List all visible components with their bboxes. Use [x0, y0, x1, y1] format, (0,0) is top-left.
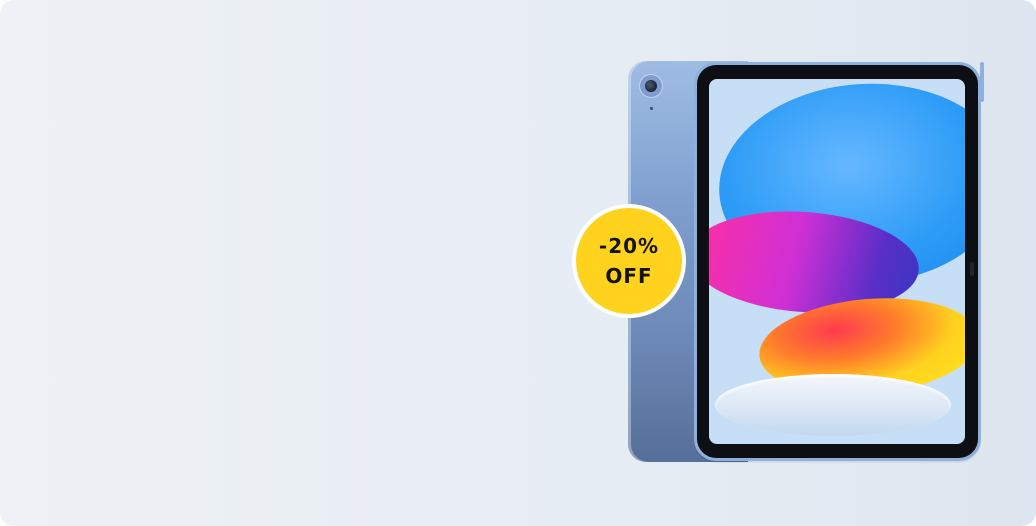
promo-banner[interactable]: -20% OFF — [0, 0, 1036, 526]
tablet-screen-wallpaper — [709, 79, 965, 444]
tablet-front-sensor — [970, 262, 974, 276]
tablet-side-button — [980, 62, 984, 102]
discount-off-label: OFF — [605, 264, 653, 288]
tablet-front-image — [694, 62, 984, 461]
wallpaper-glass-shape — [715, 374, 951, 436]
camera-icon — [640, 75, 662, 97]
discount-badge: -20% OFF — [576, 208, 682, 314]
discount-percent: -20% — [598, 234, 660, 258]
tablet-bezel — [697, 65, 978, 458]
camera-lens — [645, 80, 657, 92]
microphone-dot — [650, 107, 653, 110]
